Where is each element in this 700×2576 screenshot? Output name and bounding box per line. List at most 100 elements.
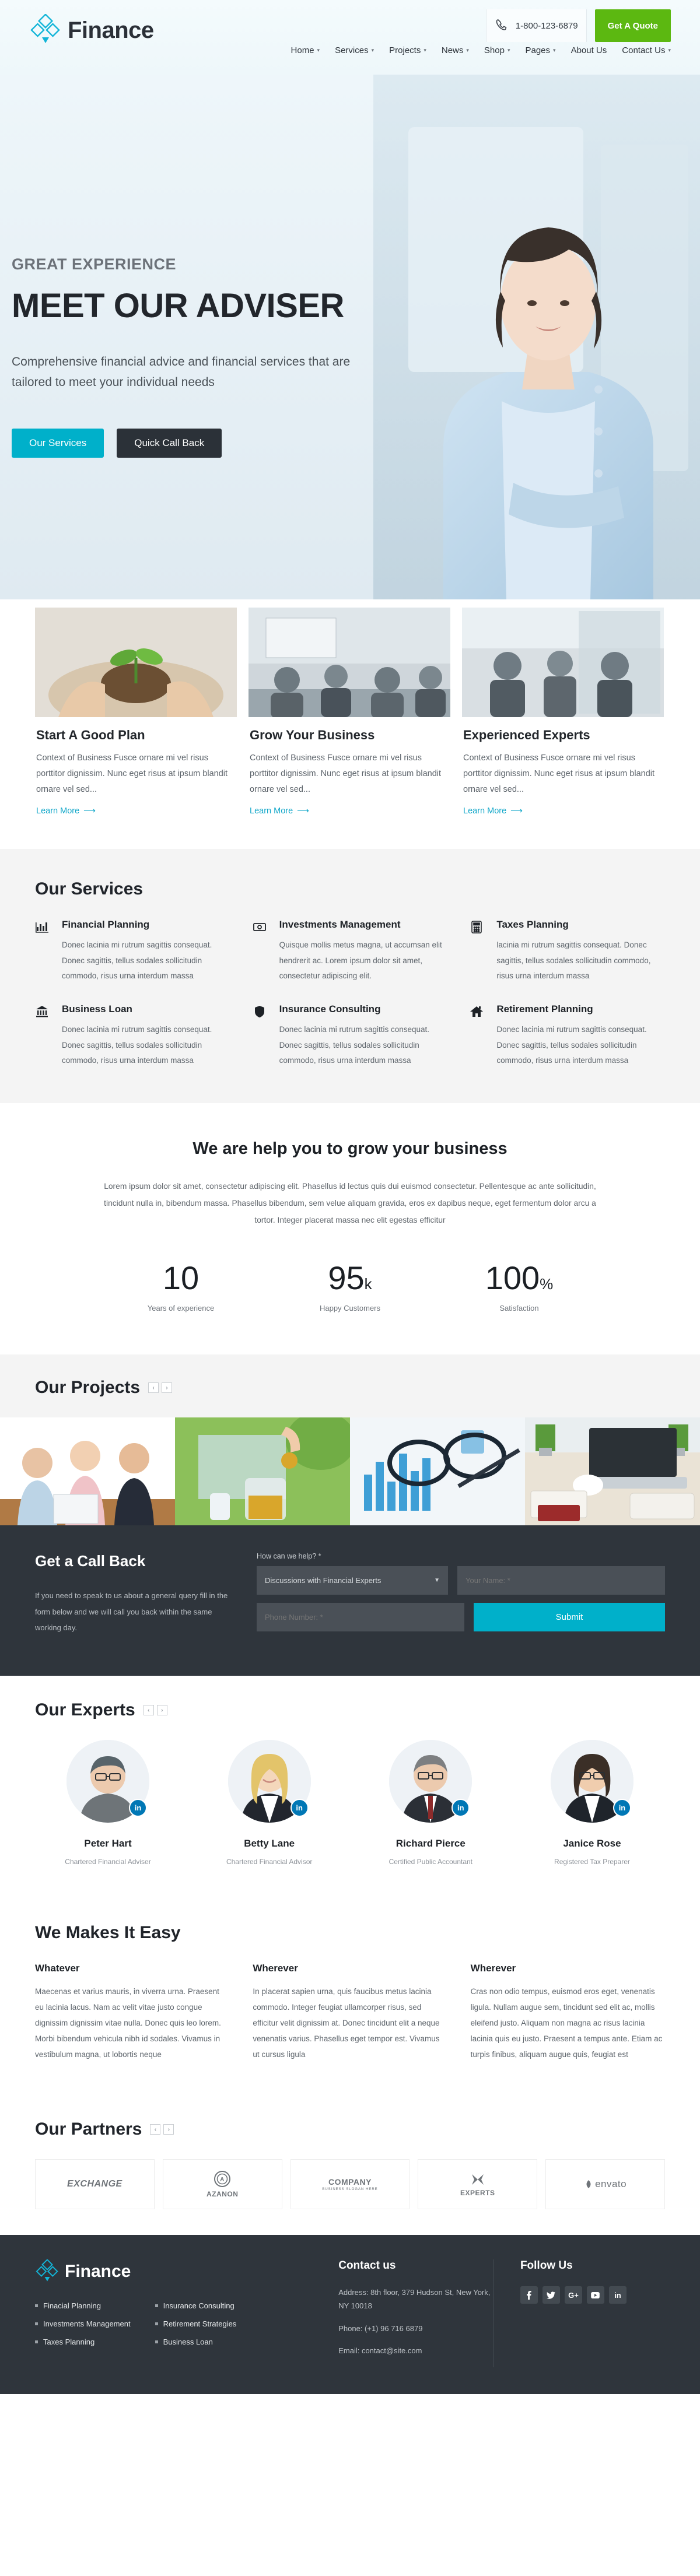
help-topic-select[interactable]: Discussions with Financial Experts ▼ [257,1566,448,1595]
card-image-experts [462,608,664,717]
service-item[interactable]: Business Loan Donec lacinia mi rutrum sa… [35,1003,230,1068]
service-item[interactable]: Financial Planning Donec lacinia mi rutr… [35,919,230,984]
footer-follow-title: Follow Us [520,2259,573,2272]
feature-cards-section: Start A Good Plan Context of Business Fu… [0,599,700,849]
project-slide[interactable] [175,1417,350,1526]
bank-icon [35,1003,52,1068]
nav-item-services[interactable]: Services ▾ [335,45,374,55]
diamond-logo-icon [35,2259,60,2284]
learn-more-link[interactable]: Learn More ⟶ [463,806,523,816]
footer-link[interactable]: Retirement Strategies [155,2319,236,2328]
facebook-icon[interactable] [520,2286,538,2304]
expert-card[interactable]: in Janice Rose Registered Tax Preparer [519,1740,665,1866]
carousel-next-icon[interactable]: › [156,1705,167,1716]
expert-card[interactable]: in Richard Pierce Certified Public Accou… [358,1740,503,1866]
service-description: Donec lacinia mi rutrum sagittis consequ… [62,1025,212,1065]
partner-name: EXPERTS [460,2188,495,2197]
phone-block[interactable]: 1-800-123-6879 [485,9,587,42]
site-header: Finance 1-800-123-6879 Get A Quote Home ▾… [0,0,700,75]
service-item[interactable]: Insurance Consulting Donec lacinia mi ru… [253,1003,448,1068]
chevron-down-icon: ▾ [466,47,469,53]
phone-number-input[interactable] [257,1603,464,1632]
partner-logo-company[interactable]: COMPANY BUSINESS SLOGAN HERE [290,2159,410,2210]
service-item[interactable]: Retirement Planning Donec lacinia mi rut… [470,1003,665,1068]
carousel-prev-icon[interactable]: ‹ [143,1705,154,1716]
service-description: Quisque mollis metus magna, ut accumsan … [279,940,442,981]
easy-column: Whatever Maecenas et varius mauris, in v… [35,1963,229,2062]
partner-logo-experts[interactable]: EXPERTS [418,2159,538,2210]
counter-label: Years of experience [147,1304,215,1313]
easy-title: We Makes It Easy [35,1923,181,1943]
expert-card[interactable]: in Peter Hart Chartered Financial Advise… [35,1740,181,1866]
carousel-next-icon[interactable]: › [163,2124,174,2135]
nav-item-shop[interactable]: Shop ▾ [484,45,510,55]
bullet-icon [155,2304,158,2308]
feature-card[interactable]: Start A Good Plan Context of Business Fu… [35,608,237,816]
partner-logo-envato[interactable]: envato [545,2159,665,2210]
footer-link[interactable]: Finacial Planning [35,2301,131,2310]
linkedin-icon[interactable]: in [452,1799,470,1817]
expert-role: Chartered Financial Advisor [226,1858,313,1866]
carousel-prev-icon[interactable]: ‹ [148,1382,159,1394]
footer-link[interactable]: Business Loan [155,2338,237,2346]
services-title: Our Services [35,879,144,899]
expert-card[interactable]: in Betty Lane Chartered Financial Adviso… [197,1740,342,1866]
footer-link[interactable]: Investments Management [35,2319,131,2328]
nav-item-contact-us[interactable]: Contact Us ▾ [622,45,671,55]
footer-links-column-2: Insurance Consulting Retirement Strategi… [155,2301,237,2356]
your-name-input[interactable] [457,1566,665,1595]
brand-logo[interactable]: Finance [29,14,154,47]
carousel-next-icon[interactable]: › [162,1382,173,1394]
service-item[interactable]: Taxes Planning lacinia mi rutrum sagitti… [470,919,665,984]
linkedin-icon[interactable]: in [608,2286,626,2304]
linkedin-icon[interactable]: in [290,1799,309,1817]
learn-more-link[interactable]: Learn More ⟶ [250,806,309,816]
google-plus-icon[interactable]: G+ [564,2286,582,2304]
carousel-prev-icon[interactable]: ‹ [150,2124,161,2135]
easy-body: Cras non odio tempus, euismod eros eget,… [470,1987,663,2059]
feature-card[interactable]: Experienced Experts Context of Business … [462,608,664,816]
expert-name: Janice Rose [563,1838,621,1849]
easy-column: Wherever Cras non odio tempus, euismod e… [471,1963,665,2062]
project-slide[interactable] [350,1417,525,1526]
partners-carousel-controls: ‹ › [150,2124,174,2135]
learn-more-link[interactable]: Learn More ⟶ [36,806,96,816]
expert-name: Betty Lane [244,1838,295,1849]
partner-logo-exchange[interactable]: EXCHANGE [35,2159,155,2210]
footer-link[interactable]: Taxes Planning [35,2338,131,2346]
arrow-right-icon: ⟶ [297,806,309,816]
chevron-down-icon: ▼ [434,1577,440,1584]
footer-link[interactable]: Insurance Consulting [155,2301,237,2310]
expert-role: Chartered Financial Adviser [65,1858,151,1866]
footer-logo[interactable]: Finance [35,2259,321,2284]
easy-heading: Wherever [470,1963,516,1974]
easy-section: We Makes It Easy Whatever Maecenas et va… [0,1895,700,2096]
butterfly-icon [471,2174,484,2185]
quick-call-back-button[interactable]: Quick Call Back [117,429,222,458]
projects-carousel[interactable] [0,1417,700,1526]
help-topic-value[interactable]: Discussions with Financial Experts [257,1566,448,1595]
service-item[interactable]: Investments Management Quisque mollis me… [253,919,448,984]
linkedin-icon[interactable]: in [612,1799,631,1817]
easy-heading: Whatever [35,1963,80,1974]
service-title: Insurance Consulting [279,1003,381,1015]
partner-logo-azanon[interactable]: A AZANON [162,2159,282,2210]
partners-title-row: Our Partners ‹ › [35,2119,665,2139]
twitter-icon[interactable] [542,2286,560,2304]
nav-item-home[interactable]: Home ▾ [291,45,320,55]
nav-item-about-us[interactable]: About Us [571,45,607,55]
expert-role: Certified Public Accountant [388,1858,473,1866]
service-description: Donec lacinia mi rutrum sagittis consequ… [279,1025,430,1065]
nav-item-pages[interactable]: Pages ▾ [525,45,555,55]
submit-button[interactable]: Submit [474,1603,665,1632]
our-services-button[interactable]: Our Services [12,429,104,458]
feature-card[interactable]: Grow Your Business Context of Business F… [249,608,450,816]
project-slide[interactable] [525,1417,700,1526]
linkedin-icon[interactable]: in [129,1799,147,1817]
nav-item-news[interactable]: News ▾ [442,45,469,55]
youtube-icon[interactable] [586,2286,604,2304]
project-slide[interactable] [0,1417,175,1526]
bullet-icon [155,2340,158,2344]
get-a-quote-button[interactable]: Get A Quote [594,9,671,42]
nav-item-projects[interactable]: Projects ▾ [389,45,426,55]
